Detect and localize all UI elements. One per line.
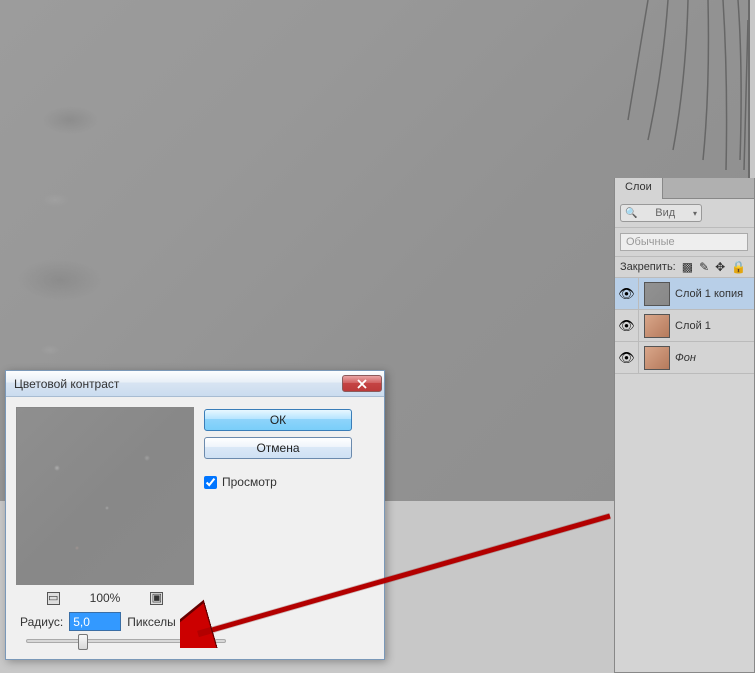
close-icon — [357, 379, 367, 389]
blend-mode-value: Обычные — [626, 236, 675, 248]
layer-thumbnail[interactable] — [644, 282, 670, 306]
layer-list: 👁 Слой 1 копия 👁 Слой 1 👁 Фон — [615, 278, 754, 374]
visibility-eye-icon[interactable]: 👁 — [615, 310, 639, 341]
preview-checkbox-row[interactable]: Просмотр — [204, 475, 352, 489]
preview-thumbnail[interactable] — [16, 407, 194, 585]
close-button[interactable] — [342, 375, 382, 392]
ok-button[interactable]: ОК — [204, 409, 352, 431]
layer-name: Фон — [675, 352, 696, 364]
lock-position-icon[interactable]: ✥ — [715, 261, 725, 273]
radius-input[interactable] — [69, 612, 121, 631]
radius-label: Радиус: — [20, 615, 63, 629]
zoom-in-button[interactable]: ▣ — [150, 592, 163, 605]
layer-filter-kind-select[interactable]: 🔍 Вид ▾ — [620, 204, 702, 222]
dialog-titlebar[interactable]: Цветовой контраст — [6, 371, 384, 397]
lock-label: Закрепить: — [620, 261, 676, 273]
zoom-out-button[interactable]: ▭ — [47, 592, 60, 605]
layer-thumbnail[interactable] — [644, 346, 670, 370]
visibility-eye-icon[interactable]: 👁 — [615, 278, 639, 309]
lock-all-icon[interactable]: 🔒 — [731, 261, 746, 273]
layer-name: Слой 1 копия — [675, 288, 743, 300]
blend-mode-select[interactable]: Обычные — [620, 233, 748, 251]
radius-slider-thumb[interactable] — [78, 634, 88, 650]
layer-row[interactable]: 👁 Слой 1 — [615, 310, 754, 342]
layers-panel: Слои 🔍 Вид ▾ Обычные Закрепить: ▩ ✎ ✥ 🔒 … — [614, 178, 755, 673]
lock-icons: ▩ ✎ ✥ 🔒 — [682, 261, 746, 273]
chevron-updown-icon: ▾ — [693, 209, 697, 218]
dialog-title: Цветовой контраст — [14, 377, 342, 391]
layer-row[interactable]: 👁 Фон — [615, 342, 754, 374]
high-pass-dialog: Цветовой контраст ▭ 100% ▣ ОК Отмена Про… — [5, 370, 385, 660]
layer-name: Слой 1 — [675, 320, 711, 332]
layer-thumbnail[interactable] — [644, 314, 670, 338]
kind-label: Вид — [655, 207, 675, 219]
preview-checkbox[interactable] — [204, 476, 217, 489]
radius-slider[interactable] — [26, 639, 226, 643]
tab-layers[interactable]: Слои — [615, 178, 663, 199]
cancel-button[interactable]: Отмена — [204, 437, 352, 459]
layer-row[interactable]: 👁 Слой 1 копия — [615, 278, 754, 310]
lock-pixels-icon[interactable]: ✎ — [699, 261, 709, 273]
visibility-eye-icon[interactable]: 👁 — [615, 342, 639, 373]
lock-transparency-icon[interactable]: ▩ — [682, 261, 693, 273]
zoom-level: 100% — [90, 591, 121, 605]
hair-strands-decor — [468, 0, 748, 180]
preview-label: Просмотр — [222, 475, 277, 489]
radius-unit: Пикселы — [127, 615, 176, 629]
panel-tabstrip: Слои — [615, 178, 754, 199]
search-icon: 🔍 — [625, 208, 637, 219]
